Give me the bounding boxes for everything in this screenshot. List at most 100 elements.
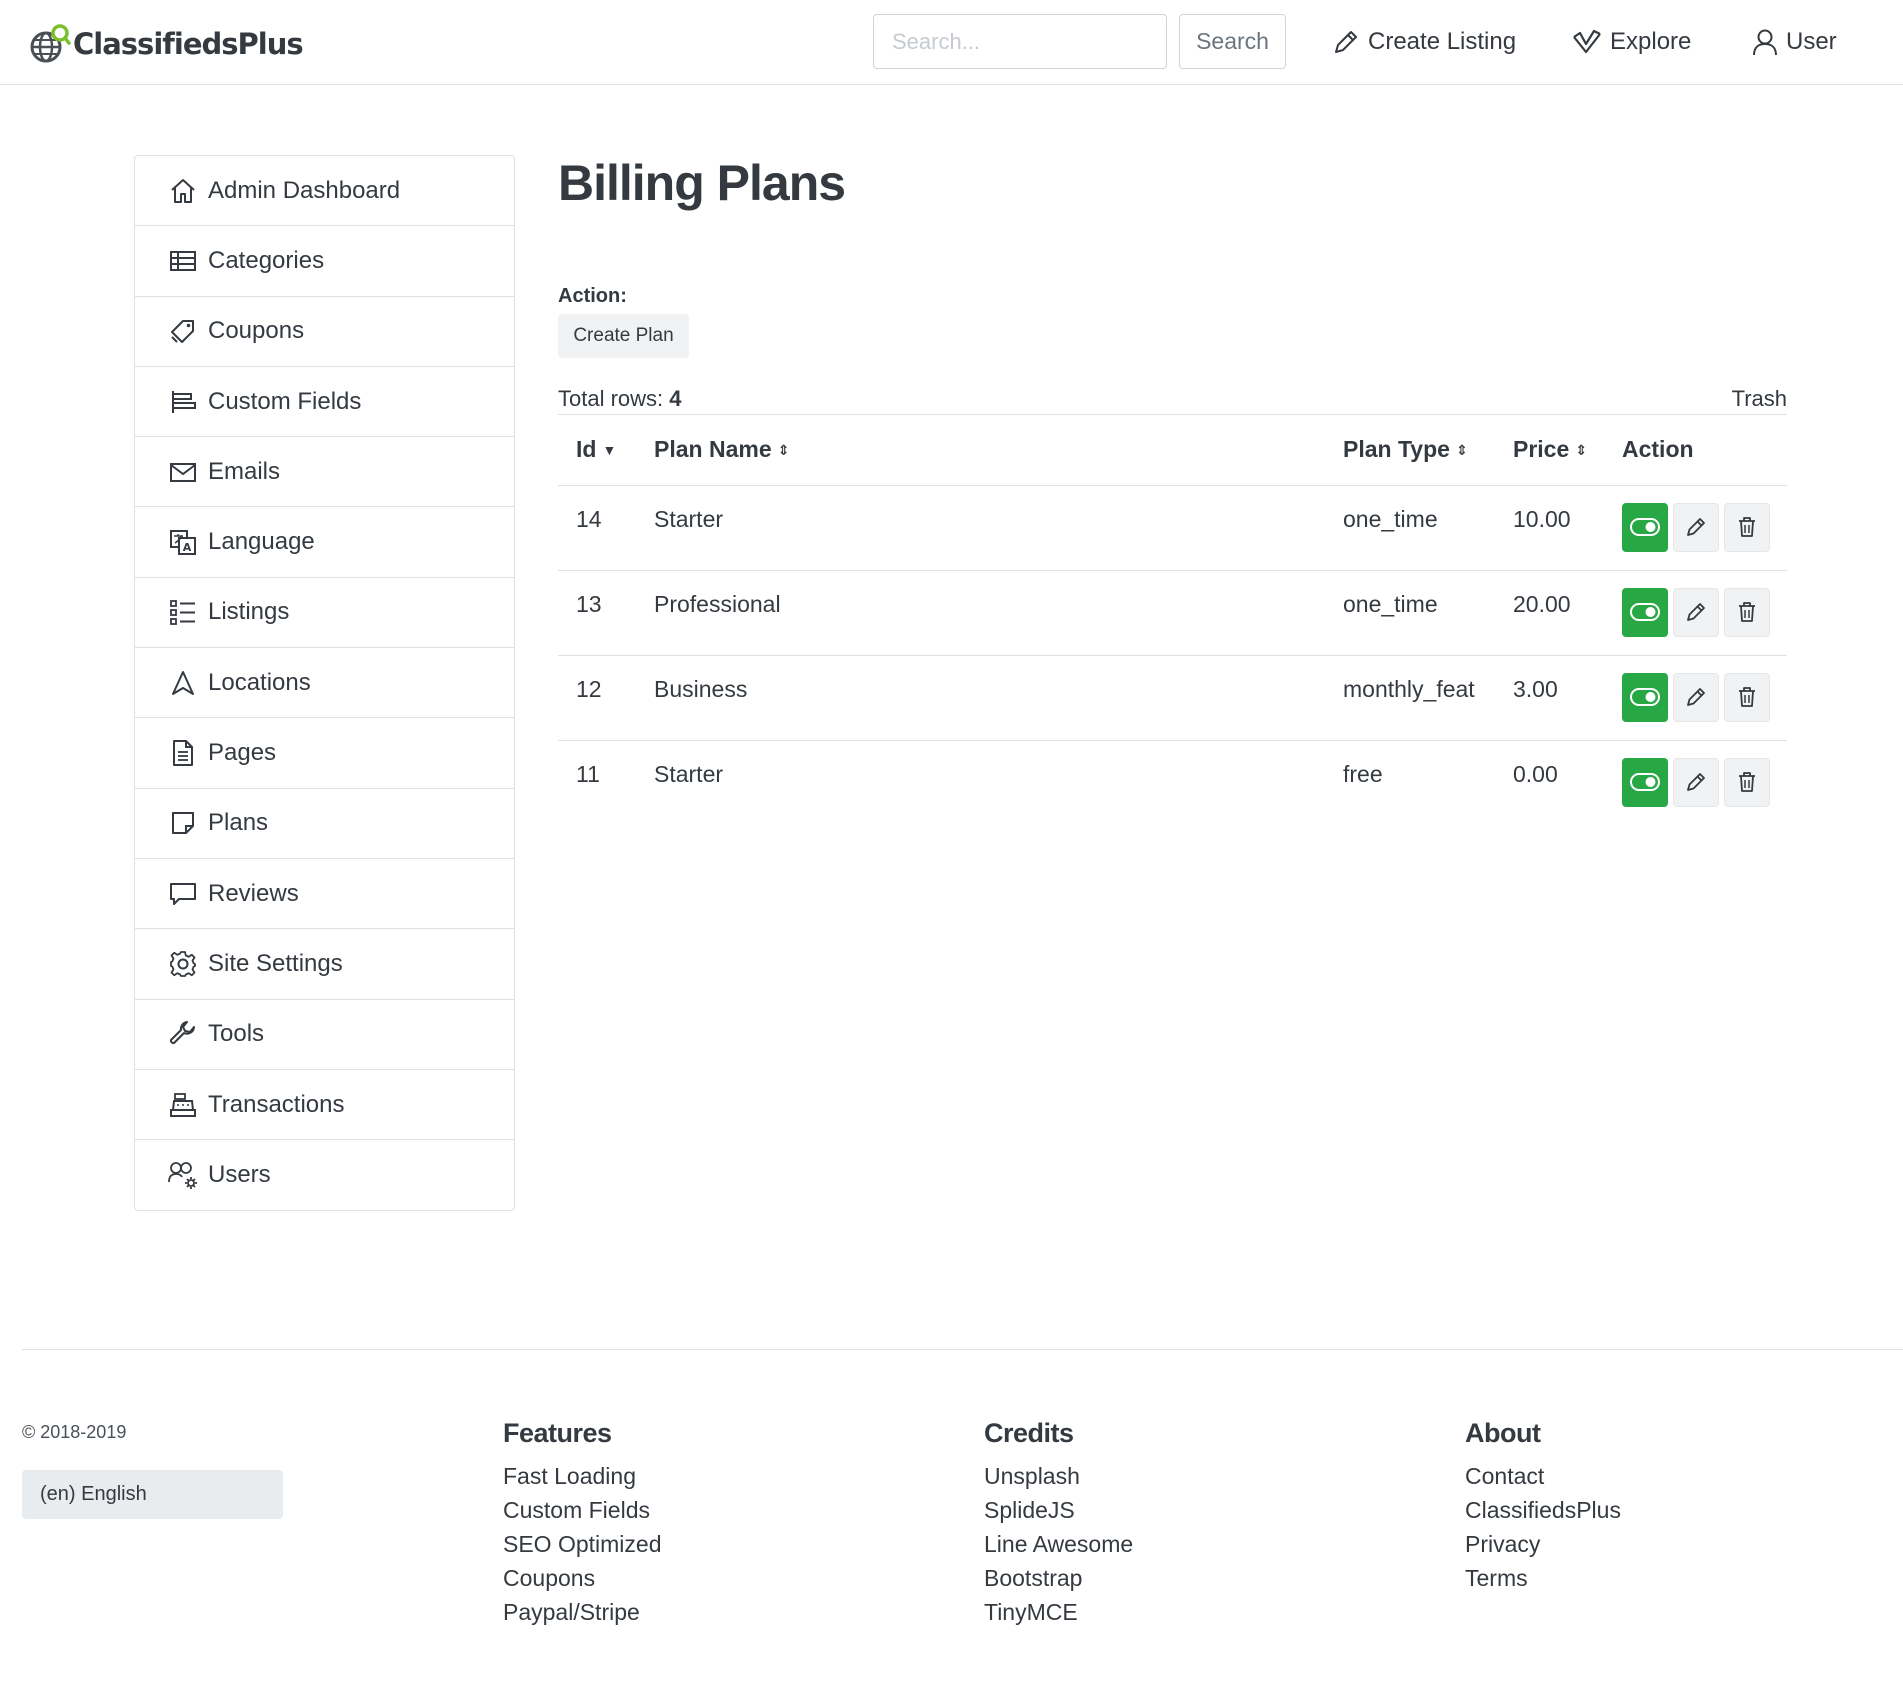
footer-link[interactable]: Contact	[1465, 1459, 1621, 1493]
sidebar-item-tools[interactable]: Tools	[135, 1000, 514, 1070]
footer-link[interactable]: Terms	[1465, 1561, 1621, 1595]
sidebar-item-plans[interactable]: Plans	[135, 789, 514, 859]
toggle-on-icon	[1630, 518, 1660, 536]
column-header-id[interactable]: Id ▼	[558, 415, 636, 486]
delete-button[interactable]	[1724, 502, 1770, 552]
trash-link[interactable]: Trash	[1732, 386, 1787, 412]
cell-actions	[1604, 740, 1787, 825]
cell-price: 20.00	[1495, 570, 1604, 656]
sidebar-item-emails[interactable]: Emails	[135, 437, 514, 508]
table-icon	[168, 246, 198, 276]
language-select[interactable]: (en) English	[22, 1470, 283, 1519]
toggle-on-icon	[1630, 688, 1660, 706]
pencil-icon	[1687, 773, 1705, 791]
sidebar-item-label: Reviews	[208, 879, 299, 907]
search-input[interactable]	[873, 14, 1167, 69]
cell-actions	[1604, 655, 1787, 741]
sidebar-item-locations[interactable]: Locations	[135, 648, 514, 719]
language-icon: A	[168, 527, 198, 557]
column-header-plan-name[interactable]: Plan Name ⇕	[636, 415, 1325, 486]
top-navbar: ClassifiedsPlus Search Create Listing Ex…	[0, 0, 1903, 85]
fields-icon	[168, 387, 198, 417]
check-explore-icon	[1573, 29, 1601, 54]
envelope-icon	[168, 457, 198, 487]
edit-button[interactable]	[1673, 672, 1719, 722]
footer-link[interactable]: Coupons	[503, 1561, 662, 1595]
column-header-action: Action	[1604, 415, 1787, 486]
sticky-note-icon	[168, 808, 198, 838]
cell-id: 14	[558, 485, 636, 571]
edit-button[interactable]	[1673, 757, 1719, 807]
toggle-button[interactable]	[1622, 587, 1668, 637]
brand-name: ClassifiedsPlus	[73, 27, 304, 61]
sidebar-item-admin-dashboard[interactable]: Admin Dashboard	[135, 156, 514, 227]
footer-link[interactable]: ClassifiedsPlus	[1465, 1493, 1621, 1527]
footer-heading: About	[1465, 1418, 1541, 1448]
user-menu-link[interactable]: User	[1752, 22, 1837, 62]
footer-link[interactable]: Custom Fields	[503, 1493, 662, 1527]
trash-icon	[1739, 517, 1755, 537]
column-header-plan-type[interactable]: Plan Type ⇕	[1325, 415, 1495, 486]
explore-link[interactable]: Explore	[1572, 22, 1691, 62]
cell-plan-type: one_time	[1325, 485, 1495, 571]
cell-actions	[1604, 485, 1787, 571]
footer-link[interactable]: SplideJS	[984, 1493, 1133, 1527]
cell-actions	[1604, 570, 1787, 656]
sidebar-item-site-settings[interactable]: Site Settings	[135, 929, 514, 1000]
cell-plan-name: Business	[636, 655, 1325, 741]
sidebar-item-label: Custom Fields	[208, 387, 362, 415]
edit-button[interactable]	[1673, 502, 1719, 552]
sidebar-item-pages[interactable]: Pages	[135, 718, 514, 789]
pencil-icon	[1687, 603, 1705, 621]
sidebar-item-users[interactable]: Users	[135, 1140, 514, 1210]
create-listing-link[interactable]: Create Listing	[1332, 22, 1516, 62]
cell-price: 10.00	[1495, 485, 1604, 571]
sidebar-item-listings[interactable]: Listings	[135, 578, 514, 649]
delete-button[interactable]	[1724, 672, 1770, 722]
tags-icon	[168, 316, 198, 346]
sidebar-item-categories[interactable]: Categories	[135, 226, 514, 297]
total-rows-label: Total rows:	[558, 386, 664, 411]
footer-link[interactable]: Paypal/Stripe	[503, 1595, 662, 1629]
svg-text:A: A	[183, 541, 192, 554]
toggle-button[interactable]	[1622, 672, 1668, 722]
create-plan-button[interactable]: Create Plan	[558, 314, 689, 358]
trash-icon	[1739, 602, 1755, 622]
toggle-button[interactable]	[1622, 757, 1668, 807]
footer-link[interactable]: TinyMCE	[984, 1595, 1133, 1629]
total-rows: Total rows: 4	[558, 386, 682, 412]
footer-link[interactable]: Privacy	[1465, 1527, 1621, 1561]
sidebar-item-reviews[interactable]: Reviews	[135, 859, 514, 930]
edit-button[interactable]	[1673, 587, 1719, 637]
sidebar-item-label: Users	[208, 1161, 271, 1189]
footer-link[interactable]: SEO Optimized	[503, 1527, 662, 1561]
delete-button[interactable]	[1724, 757, 1770, 807]
column-header-price[interactable]: Price ⇕	[1495, 415, 1604, 486]
total-rows-value: 4	[669, 386, 682, 411]
table-row: 14 Starter one_time 10.00	[558, 485, 1787, 571]
footer-link[interactable]: Line Awesome	[984, 1527, 1133, 1561]
search-button[interactable]: Search	[1179, 14, 1286, 69]
toggle-on-icon	[1630, 603, 1660, 621]
sidebar-item-coupons[interactable]: Coupons	[135, 297, 514, 367]
page-title: Billing Plans	[558, 155, 846, 211]
cell-plan-name: Professional	[636, 570, 1325, 656]
footer-link[interactable]: Fast Loading	[503, 1459, 662, 1493]
sidebar-item-language[interactable]: A Language	[135, 507, 514, 578]
cell-plan-type: free	[1343, 760, 1383, 787]
sidebar-item-label: Tools	[208, 1020, 265, 1048]
delete-button[interactable]	[1724, 587, 1770, 637]
footer-link[interactable]: Unsplash	[984, 1459, 1133, 1493]
footer-divider	[22, 1349, 1903, 1350]
explore-label: Explore	[1610, 28, 1692, 55]
brand-logo[interactable]: ClassifiedsPlus	[29, 22, 304, 66]
footer-link[interactable]: Bootstrap	[984, 1561, 1133, 1595]
sidebar-item-label: Admin Dashboard	[208, 176, 401, 204]
table-header-row: Id ▼ Plan Name ⇕ Plan Type ⇕ Price ⇕ Action	[558, 415, 1787, 486]
sidebar-item-label: Coupons	[208, 317, 305, 345]
trash-icon	[1739, 687, 1755, 707]
footer-heading: Credits	[984, 1418, 1074, 1448]
sidebar-item-transactions[interactable]: Transactions	[135, 1070, 514, 1141]
toggle-button[interactable]	[1622, 502, 1668, 552]
sidebar-item-custom-fields[interactable]: Custom Fields	[135, 367, 514, 438]
